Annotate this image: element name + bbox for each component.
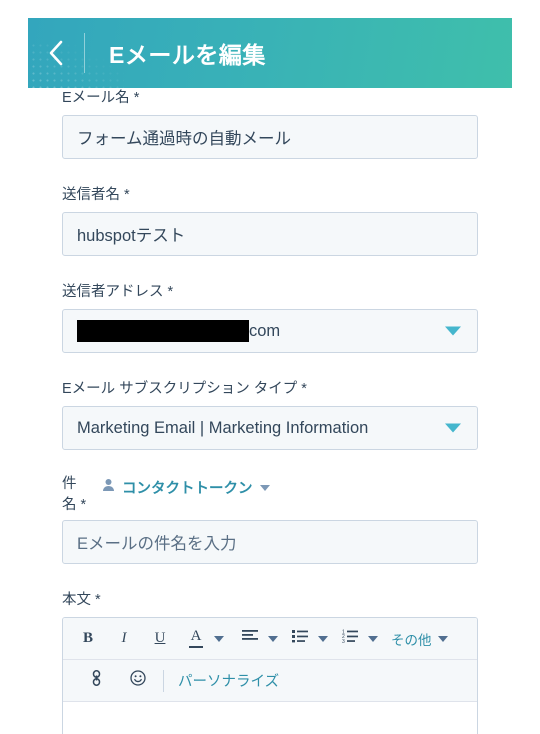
chevron-down-icon[interactable] — [259, 484, 270, 491]
email-name-input[interactable]: フォーム通過時の自動メール — [62, 115, 478, 160]
subject-header-row: 件 名 * コンタクトトークン — [0, 474, 540, 516]
emoji-smiley-icon — [130, 670, 146, 691]
redaction-bar — [77, 320, 249, 343]
header-divider — [84, 33, 85, 73]
contact-token-label: コンタクトトークン — [122, 481, 253, 498]
text-color-letter: A — [190, 628, 202, 645]
field-subject: Eメールの件名を入力 — [0, 520, 540, 565]
subject-label-line2: 名 * — [62, 497, 87, 514]
edit-email-page: Eメールを編集 Eメール名 * フォーム通過時の自動メール 送信者名 * hub… — [0, 0, 540, 734]
more-options-button[interactable]: その他 — [391, 629, 432, 649]
chevron-left-icon — [48, 40, 64, 66]
sender-name-label: 送信者名 * — [62, 187, 130, 204]
body-label: 本文 * — [62, 592, 101, 609]
insert-link-button[interactable] — [85, 667, 107, 695]
subscription-type-label: Eメール サブスクリプション タイプ * — [62, 381, 307, 398]
sender-address-label: 送信者アドレス * — [62, 284, 174, 301]
align-left-icon — [242, 629, 258, 648]
personalize-button[interactable]: パーソナライズ — [178, 670, 279, 691]
email-name-value: フォーム通過時の自動メール — [77, 130, 292, 149]
field-subscription-type: Eメール サブスクリプション タイプ * Marketing Email | M… — [0, 379, 540, 451]
emoji-button[interactable] — [127, 667, 149, 695]
bold-button[interactable]: B — [77, 625, 99, 653]
subject-label-line1: 件 — [62, 476, 77, 493]
editor-toolbar-row-2: パーソナライズ — [63, 660, 477, 703]
chevron-down-icon[interactable] — [445, 423, 461, 433]
field-sender-address: 送信者アドレス * com — [0, 282, 540, 354]
subscription-type-value: Marketing Email | Marketing Information — [77, 418, 369, 437]
chevron-down-icon[interactable] — [445, 326, 461, 336]
more-options-dropdown-icon[interactable] — [437, 635, 448, 642]
numbered-list-button[interactable]: 1 2 3 — [339, 625, 361, 653]
link-icon — [90, 670, 103, 691]
email-form: Eメール名 * フォーム通過時の自動メール 送信者名 * hubspotテスト … — [0, 88, 540, 734]
subject-label: 件 名 * — [62, 474, 102, 516]
align-dropdown-icon[interactable] — [268, 635, 278, 642]
field-body: 本文 * B I U A 1 2 3 その他 パーソナライズ — [0, 590, 540, 734]
field-sender-name: 送信者名 * hubspotテスト — [0, 185, 540, 257]
contact-person-icon — [102, 478, 115, 497]
sender-name-value: hubspotテスト — [77, 227, 186, 246]
contact-token-button[interactable]: コンタクトトークン — [102, 477, 270, 498]
back-button[interactable] — [28, 18, 84, 88]
bullet-list-icon — [292, 629, 308, 648]
subject-input[interactable]: Eメールの件名を入力 — [62, 520, 478, 565]
rich-text-editor: B I U A 1 2 3 その他 パーソナライズ — [62, 617, 478, 734]
svg-text:3: 3 — [342, 639, 345, 643]
sender-name-input[interactable]: hubspotテスト — [62, 212, 478, 257]
underline-button[interactable]: U — [149, 625, 171, 653]
editor-toolbar-row-1: B I U A 1 2 3 その他 — [63, 618, 477, 661]
text-color-button[interactable]: A — [185, 625, 207, 653]
field-email-name: Eメール名 * フォーム通過時の自動メール — [0, 88, 540, 160]
bullet-list-button[interactable] — [289, 625, 311, 653]
sender-address-select[interactable]: com — [62, 309, 478, 354]
email-body-textarea[interactable] — [63, 702, 477, 734]
subject-placeholder: Eメールの件名を入力 — [77, 535, 237, 554]
numbered-list-dropdown-icon[interactable] — [368, 635, 378, 642]
subscription-type-select[interactable]: Marketing Email | Marketing Information — [62, 406, 478, 451]
text-color-underline-bar — [189, 646, 203, 649]
italic-button[interactable]: I — [113, 625, 135, 653]
bullet-list-dropdown-icon[interactable] — [318, 635, 328, 642]
numbered-list-icon: 1 2 3 — [342, 629, 358, 648]
page-title: Eメールを編集 — [109, 42, 266, 68]
sender-address-value: com — [249, 321, 281, 340]
align-left-button[interactable] — [239, 625, 261, 653]
email-name-label: Eメール名 * — [62, 90, 140, 106]
text-color-dropdown-icon[interactable] — [214, 635, 224, 642]
page-header: Eメールを編集 — [28, 18, 512, 88]
toolbar-divider — [163, 669, 164, 692]
